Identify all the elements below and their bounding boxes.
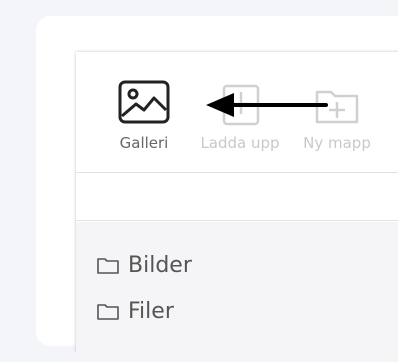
list-item-label: Bilder [128,252,192,278]
file-list: Bilder Filer [76,222,398,362]
galleri-button[interactable]: Galleri [114,78,174,152]
folder-icon [97,258,119,274]
folder-icon [97,304,119,320]
ny-mapp-label: Ny mapp [303,134,371,152]
list-item-bilder[interactable]: Bilder [96,250,192,280]
image-gallery-icon [118,80,170,124]
filter-bar [76,172,398,221]
list-item-filer[interactable]: Filer [96,296,174,326]
list-item-label: Filer [128,298,174,324]
annotation-arrow [206,93,328,117]
ladda-upp-label: Ladda upp [200,134,280,152]
galleri-label: Galleri [119,134,169,152]
